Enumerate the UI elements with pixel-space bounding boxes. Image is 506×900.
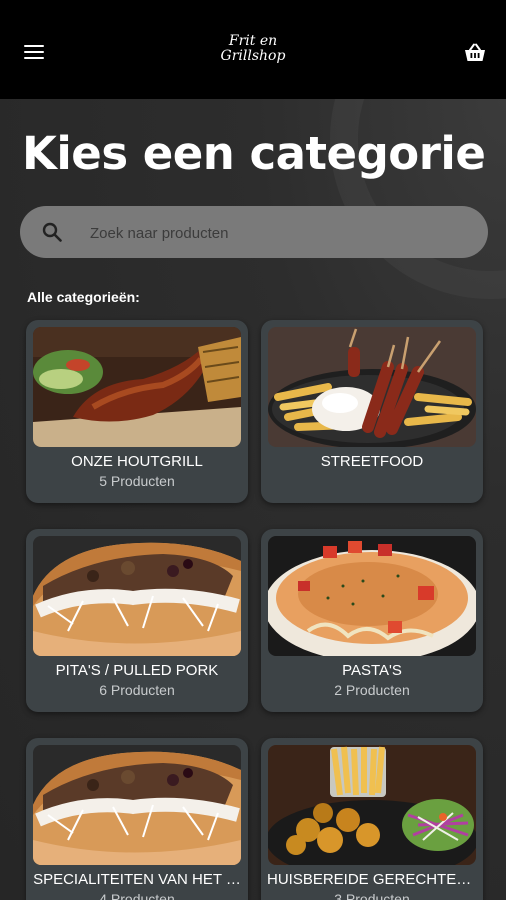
category-image-pulled-pork-sandwich [33,745,241,865]
brand-logo[interactable]: Frit en Grillshop [200,34,306,64]
hamburger-menu-icon[interactable] [24,45,44,61]
logo-line-1: Frit en [228,33,278,49]
category-image-grilled-ribs [33,327,241,447]
category-card[interactable]: PASTA'S 2 Producten [261,529,483,712]
category-count: 3 Producten [334,891,410,900]
search-input[interactable] [88,206,472,260]
category-image-pulled-pork-sandwich [33,536,241,656]
main-content: Kies een categorie Alle categorieën: ONZ… [0,99,506,900]
shopping-basket-icon[interactable] [464,43,486,63]
category-count: 4 Producten [99,891,175,900]
page-title: Kies een categorie [22,127,486,180]
top-app-bar: Frit en Grillshop [0,0,506,99]
search-bar[interactable] [20,206,488,260]
category-name: PITA'S / PULLED PORK [55,662,219,679]
category-image-meatballs-fries [268,745,476,865]
category-card[interactable]: PITA'S / PULLED PORK 6 Producten [26,529,248,712]
category-image-pasta-dish [268,536,476,656]
category-name: ONZE HOUTGRILL [71,453,203,470]
logo-line-2: Grillshop [220,48,286,64]
category-name: SPECIALITEITEN VAN HET … [33,871,241,888]
category-count: 5 Producten [99,473,175,489]
category-card[interactable]: HUISBEREIDE GERECHTEN … 3 Producten [261,738,483,900]
category-name: HUISBEREIDE GERECHTEN … [267,871,477,888]
search-icon [42,222,62,242]
category-count: 2 Producten [334,682,410,698]
category-name: STREETFOOD [320,453,424,470]
category-card[interactable]: STREETFOOD [261,320,483,503]
category-count: 6 Producten [99,682,175,698]
category-name: PASTA'S [342,662,402,679]
section-label: Alle categorieën: [27,289,140,305]
category-image-fries-skewers [268,327,476,447]
category-card[interactable]: ONZE HOUTGRILL 5 Producten [26,320,248,503]
category-card[interactable]: SPECIALITEITEN VAN HET … 4 Producten [26,738,248,900]
